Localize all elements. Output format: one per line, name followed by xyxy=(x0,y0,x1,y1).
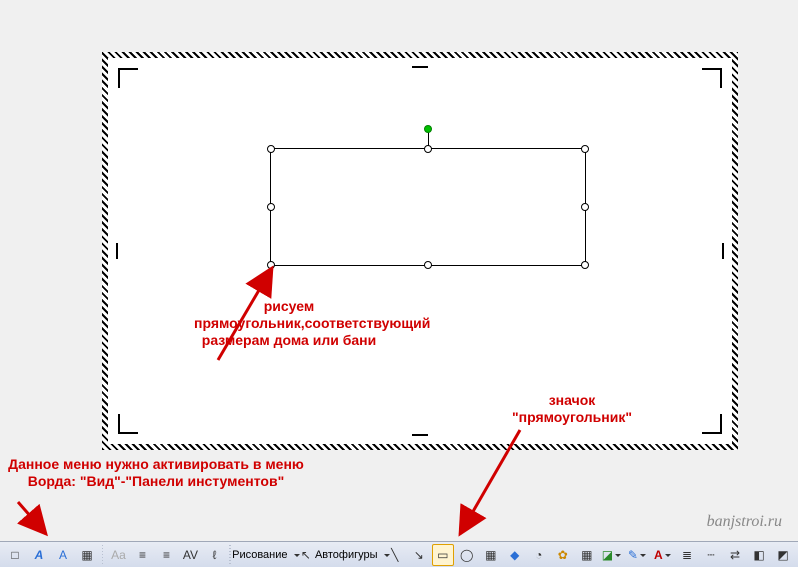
dash-icon: ┄ xyxy=(703,547,719,563)
watermark: banjstroi.ru xyxy=(707,513,782,531)
spacing-button[interactable]: AV xyxy=(179,544,201,566)
linecolor-icon: ✎ xyxy=(628,547,638,563)
resize-handle[interactable] xyxy=(581,261,589,269)
aa-icon: Aa xyxy=(110,547,126,563)
font-color-button[interactable]: A xyxy=(651,544,674,566)
resize-handle[interactable] xyxy=(581,203,589,211)
crop-mark xyxy=(118,68,138,88)
insert-picture-button-2[interactable]: ▦ xyxy=(576,544,598,566)
letter-icon: A xyxy=(55,547,71,563)
shadow-icon: ◧ xyxy=(751,547,767,563)
inserted-rectangle-shape[interactable] xyxy=(270,148,586,266)
crop-mark xyxy=(702,414,722,434)
3d-style-button[interactable]: ◩ xyxy=(772,544,794,566)
line-color-button[interactable]: ✎ xyxy=(625,544,648,566)
autoshapes-label: Автофигуры xyxy=(311,549,382,561)
toolbar-separator xyxy=(102,545,103,565)
arrow-tool-button[interactable]: ↘ xyxy=(408,544,430,566)
picture-icon: ▦ xyxy=(79,547,95,563)
disabled-button: Aa xyxy=(107,544,129,566)
resize-handle[interactable] xyxy=(267,203,275,211)
resize-handle[interactable] xyxy=(424,145,432,153)
insert-wordart-button[interactable]: ◆ xyxy=(504,544,526,566)
effect-icon: ℓ xyxy=(206,547,222,563)
resize-handle[interactable] xyxy=(424,261,432,269)
crop-mark xyxy=(722,243,724,259)
drawing-toolbar: □ A A ▦ Aa ≡ ≡ AV ℓ Рисование ↖ Автофигу… xyxy=(0,541,798,567)
wordart-icon: A xyxy=(31,547,47,563)
crop-mark xyxy=(412,66,428,68)
crop-mark xyxy=(116,243,118,259)
insert-clipart-button[interactable]: ✿ xyxy=(552,544,574,566)
annotation-menu-note: Данное меню нужно активировать в меню Во… xyxy=(6,456,306,490)
wordart-gallery-button[interactable]: A xyxy=(28,544,50,566)
rotation-handle[interactable] xyxy=(424,125,432,133)
textbox-icon: □ xyxy=(7,547,23,563)
lineweight-icon: ≣ xyxy=(679,547,695,563)
insert-picture-button[interactable]: ▦ xyxy=(76,544,98,566)
resize-handle[interactable] xyxy=(581,145,589,153)
crop-mark xyxy=(118,414,138,434)
picture2-icon: ▦ xyxy=(579,547,595,563)
align-button[interactable]: ≡ xyxy=(131,544,153,566)
resize-handle[interactable] xyxy=(267,261,275,269)
align-icon: ≡ xyxy=(134,547,150,563)
resize-handle[interactable] xyxy=(267,145,275,153)
line-weight-button[interactable]: ≣ xyxy=(676,544,698,566)
fontcolor-icon: A xyxy=(654,547,663,563)
annotation-rectangle-note: рисуем прямоугольник,соответствующий раз… xyxy=(194,298,384,348)
crop-mark xyxy=(702,68,722,88)
insert-textbox-button[interactable]: □ xyxy=(4,544,26,566)
rectangle-icon: ▭ xyxy=(435,547,451,563)
textbox2-icon: ▦ xyxy=(483,547,499,563)
dash-style-button[interactable]: ┄ xyxy=(700,544,722,566)
arrowstyle-icon: ⇄ xyxy=(727,547,743,563)
arrow-style-button[interactable]: ⇄ xyxy=(724,544,746,566)
textbox-tool-button[interactable]: ▦ xyxy=(480,544,502,566)
oval-tool-button[interactable]: ◯ xyxy=(456,544,478,566)
fill-color-button[interactable]: ◪ xyxy=(600,544,623,566)
draw-menu-button[interactable]: Рисование xyxy=(235,544,293,566)
align-icon: ≡ xyxy=(158,547,174,563)
fill-icon: ◪ xyxy=(602,547,613,563)
crop-mark xyxy=(412,434,428,436)
av-icon: AV xyxy=(182,547,198,563)
wordart2-icon: ◆ xyxy=(507,547,523,563)
oval-icon: ◯ xyxy=(459,547,475,563)
align-button-2[interactable]: ≡ xyxy=(155,544,177,566)
arrow-icon: ↘ xyxy=(411,547,427,563)
insert-diagram-button[interactable]: ◔ xyxy=(528,544,550,566)
draw-menu-label: Рисование xyxy=(228,549,291,561)
autoshapes-menu-button[interactable]: Автофигуры xyxy=(319,544,382,566)
diagram-icon: ◔ xyxy=(531,547,547,563)
text-effect-button[interactable]: ℓ xyxy=(203,544,225,566)
rectangle-tool-button[interactable]: ▭ xyxy=(432,544,454,566)
annotation-icon-note: значок "прямоугольник" xyxy=(502,392,642,426)
threed-icon: ◩ xyxy=(775,547,791,563)
shadow-style-button[interactable]: ◧ xyxy=(748,544,770,566)
insert-text-button[interactable]: A xyxy=(52,544,74,566)
clipart-icon: ✿ xyxy=(555,547,571,563)
